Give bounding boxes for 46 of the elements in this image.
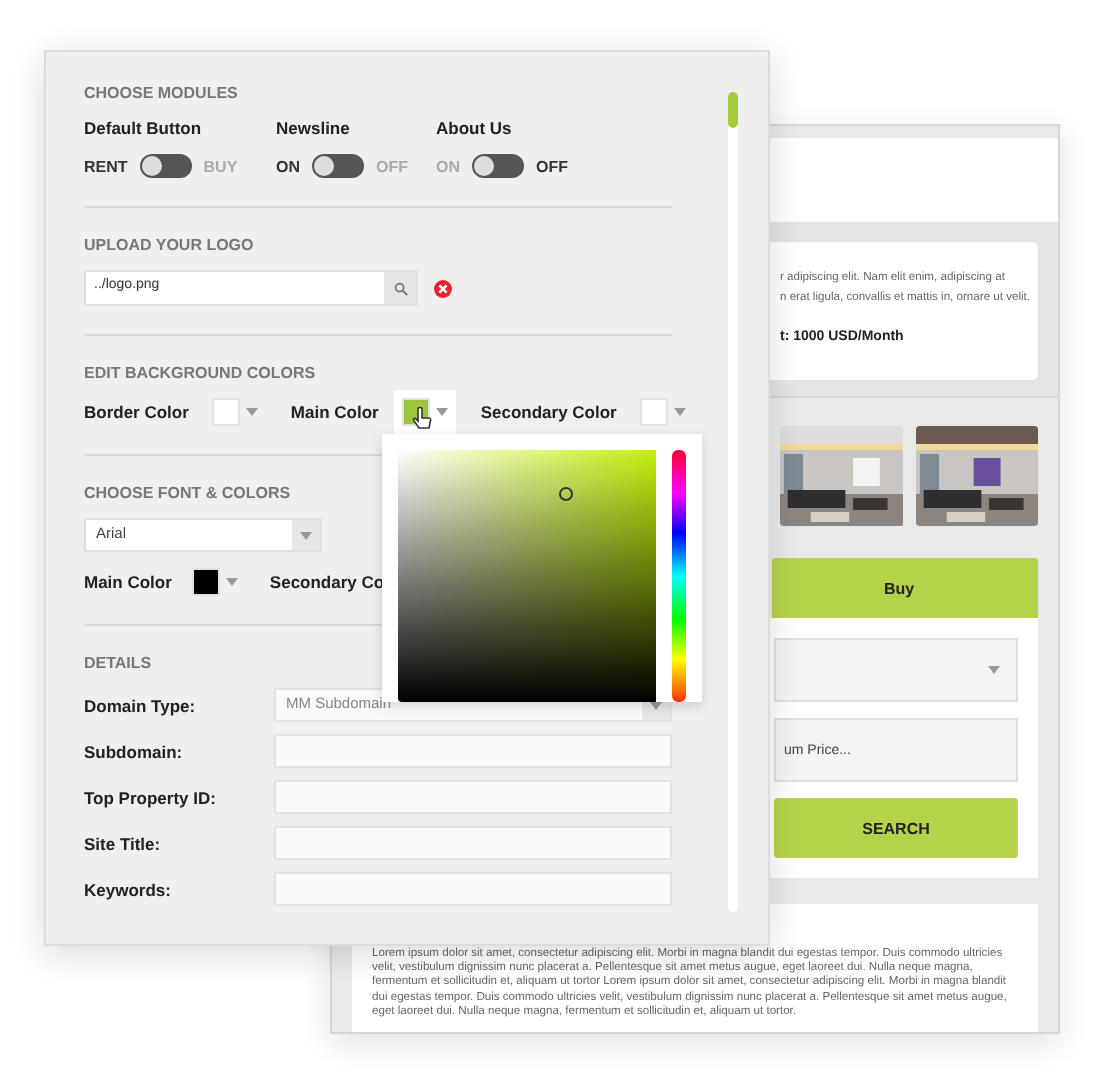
search-icon[interactable] bbox=[393, 281, 407, 295]
scrollbar[interactable] bbox=[728, 92, 738, 912]
section-heading: UPLOAD YOUR LOGO bbox=[84, 236, 256, 254]
remove-icon[interactable] bbox=[434, 279, 452, 297]
color-label: Main Color bbox=[290, 402, 379, 422]
module-label: Default Button bbox=[84, 118, 204, 138]
section-heading: CHOOSE FONT & COLORS bbox=[84, 484, 293, 502]
module-label: Newsline bbox=[276, 118, 352, 138]
input-field[interactable] bbox=[274, 734, 672, 768]
input-field[interactable] bbox=[274, 780, 672, 814]
color-label: Main Color bbox=[84, 572, 172, 592]
toggle-option: OFF bbox=[376, 157, 408, 175]
saturation-field[interactable] bbox=[398, 450, 657, 702]
color-swatch[interactable] bbox=[394, 390, 457, 434]
module-label: About Us bbox=[436, 118, 514, 138]
field-label: Site Title: bbox=[84, 833, 163, 853]
section-heading: DETAILS bbox=[84, 654, 154, 672]
field-label: Subdomain: bbox=[84, 741, 185, 761]
toggle-option: BUY bbox=[203, 157, 238, 175]
toggle-option: RENT bbox=[84, 157, 128, 175]
color-label: Secondary Color bbox=[480, 402, 617, 422]
field-label: Top Property ID: bbox=[84, 787, 218, 807]
caret-icon bbox=[300, 531, 312, 539]
caret-icon bbox=[674, 408, 687, 416]
toggle-switch[interactable] bbox=[472, 154, 524, 178]
caret-icon bbox=[225, 578, 238, 586]
section-heading: EDIT BACKGROUND COLORS bbox=[84, 364, 318, 382]
section-heading: CHOOSE MODULES bbox=[84, 84, 240, 102]
color-label: Border Color bbox=[84, 402, 189, 422]
scrollbar-thumb[interactable] bbox=[728, 92, 738, 128]
buy-tab[interactable]: Buy bbox=[772, 558, 1038, 618]
toggle-switch[interactable] bbox=[139, 154, 192, 178]
dropdown-field[interactable] bbox=[774, 638, 1018, 702]
caret-icon bbox=[246, 408, 259, 416]
caret-icon bbox=[436, 408, 449, 416]
pointer-icon bbox=[412, 406, 433, 430]
toggle-option: ON bbox=[276, 157, 300, 175]
field-label: Domain Type: bbox=[84, 695, 198, 715]
caret-icon bbox=[988, 666, 1000, 674]
field-label: Keywords: bbox=[84, 879, 173, 899]
input-field[interactable] bbox=[274, 872, 672, 906]
toggle-option: ON bbox=[436, 157, 460, 175]
input-field[interactable] bbox=[274, 826, 672, 860]
search-button[interactable]: SEARCH bbox=[774, 798, 1018, 858]
toggle-switch[interactable] bbox=[312, 154, 364, 178]
toggle-option: OFF bbox=[536, 157, 568, 175]
